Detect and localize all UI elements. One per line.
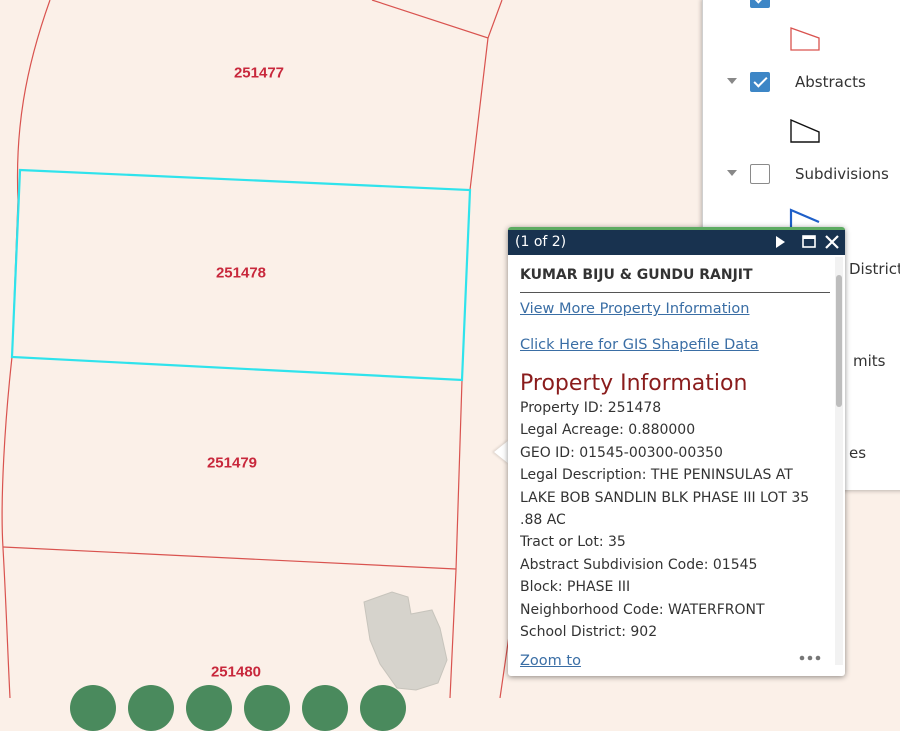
section-title: Property Information <box>520 371 748 396</box>
field-legal-description: Legal Description: THE PENINSULAS AT <box>520 467 793 484</box>
abstract-symbol-icon <box>790 118 820 143</box>
layer-checkbox-subdivisions[interactable] <box>750 164 770 184</box>
toolbar-button-1[interactable] <box>70 685 116 731</box>
layer-label-partial-limits: mits <box>853 352 886 370</box>
next-feature-icon[interactable] <box>771 233 789 251</box>
owner-name: KUMAR BIJU & GUNDU RANJIT <box>520 267 830 293</box>
view-more-property-link[interactable]: View More Property Information <box>520 301 833 317</box>
popup-feature-counter: (1 of 2) <box>515 234 567 250</box>
toolbar-button-3[interactable] <box>186 685 232 731</box>
layer-label-partial-es: es <box>849 444 867 462</box>
toolbar-button-2[interactable] <box>128 685 174 731</box>
field-tract-lot: Tract or Lot: 35 <box>520 534 626 551</box>
popup-pointer <box>494 440 509 464</box>
field-legal-description-acres: .88 AC <box>520 512 566 529</box>
popup-scrollbar-thumb[interactable] <box>836 275 842 407</box>
maximize-icon[interactable] <box>800 233 818 251</box>
layer-label-subdivisions: Subdivisions <box>795 165 889 183</box>
close-icon[interactable] <box>823 233 841 251</box>
field-block: Block: PHASE III <box>520 579 631 596</box>
field-neighborhood-code: Neighborhood Code: WATERFRONT <box>520 601 765 618</box>
layer-label-partial-district: District <box>849 260 900 278</box>
more-options-icon[interactable] <box>798 651 822 665</box>
layer-row-subdivisions[interactable]: Subdivisions <box>703 164 900 188</box>
parcel-label-251479[interactable]: 251479 <box>207 455 257 472</box>
field-legal-description-cont: LAKE BOB SANDLIN BLK PHASE III LOT 35 <box>520 489 810 506</box>
layer-checkbox-partial[interactable] <box>750 0 770 8</box>
field-property-id: Property ID: 251478 <box>520 400 662 416</box>
toolbar-button-6[interactable] <box>360 685 406 731</box>
parcel-label-251477[interactable]: 251477 <box>234 65 284 82</box>
layer-checkbox-abstracts[interactable] <box>750 72 770 92</box>
parcel-label-251478[interactable]: 251478 <box>216 265 266 282</box>
popup-content: KUMAR BIJU & GUNDU RANJIT View More Prop… <box>520 267 833 659</box>
parcel-label-251480[interactable]: 251480 <box>211 664 261 681</box>
gis-shapefile-link[interactable]: Click Here for GIS Shapefile Data <box>520 337 833 353</box>
field-geo-id: GEO ID: 01545-00300-00350 <box>520 444 723 461</box>
property-popup: (1 of 2) KUMAR BIJU & GUNDU RANJIT View … <box>508 227 845 676</box>
caret-down-icon[interactable] <box>727 78 737 84</box>
toolbar-button-5[interactable] <box>302 685 348 731</box>
zoom-to-link[interactable]: Zoom to <box>520 653 581 669</box>
layer-row-abstracts[interactable]: Abstracts <box>703 72 900 96</box>
parcel-symbol-icon <box>790 27 820 51</box>
caret-down-icon[interactable] <box>727 170 737 176</box>
field-abstract-subdivision-code: Abstract Subdivision Code: 01545 <box>520 556 758 573</box>
layer-label-abstracts: Abstracts <box>795 73 866 91</box>
toolbar-button-4[interactable] <box>244 685 290 731</box>
field-legal-acreage: Legal Acreage: 0.880000 <box>520 422 696 439</box>
field-school-district: School District: 902 <box>520 624 658 641</box>
popup-header: (1 of 2) <box>508 227 845 255</box>
